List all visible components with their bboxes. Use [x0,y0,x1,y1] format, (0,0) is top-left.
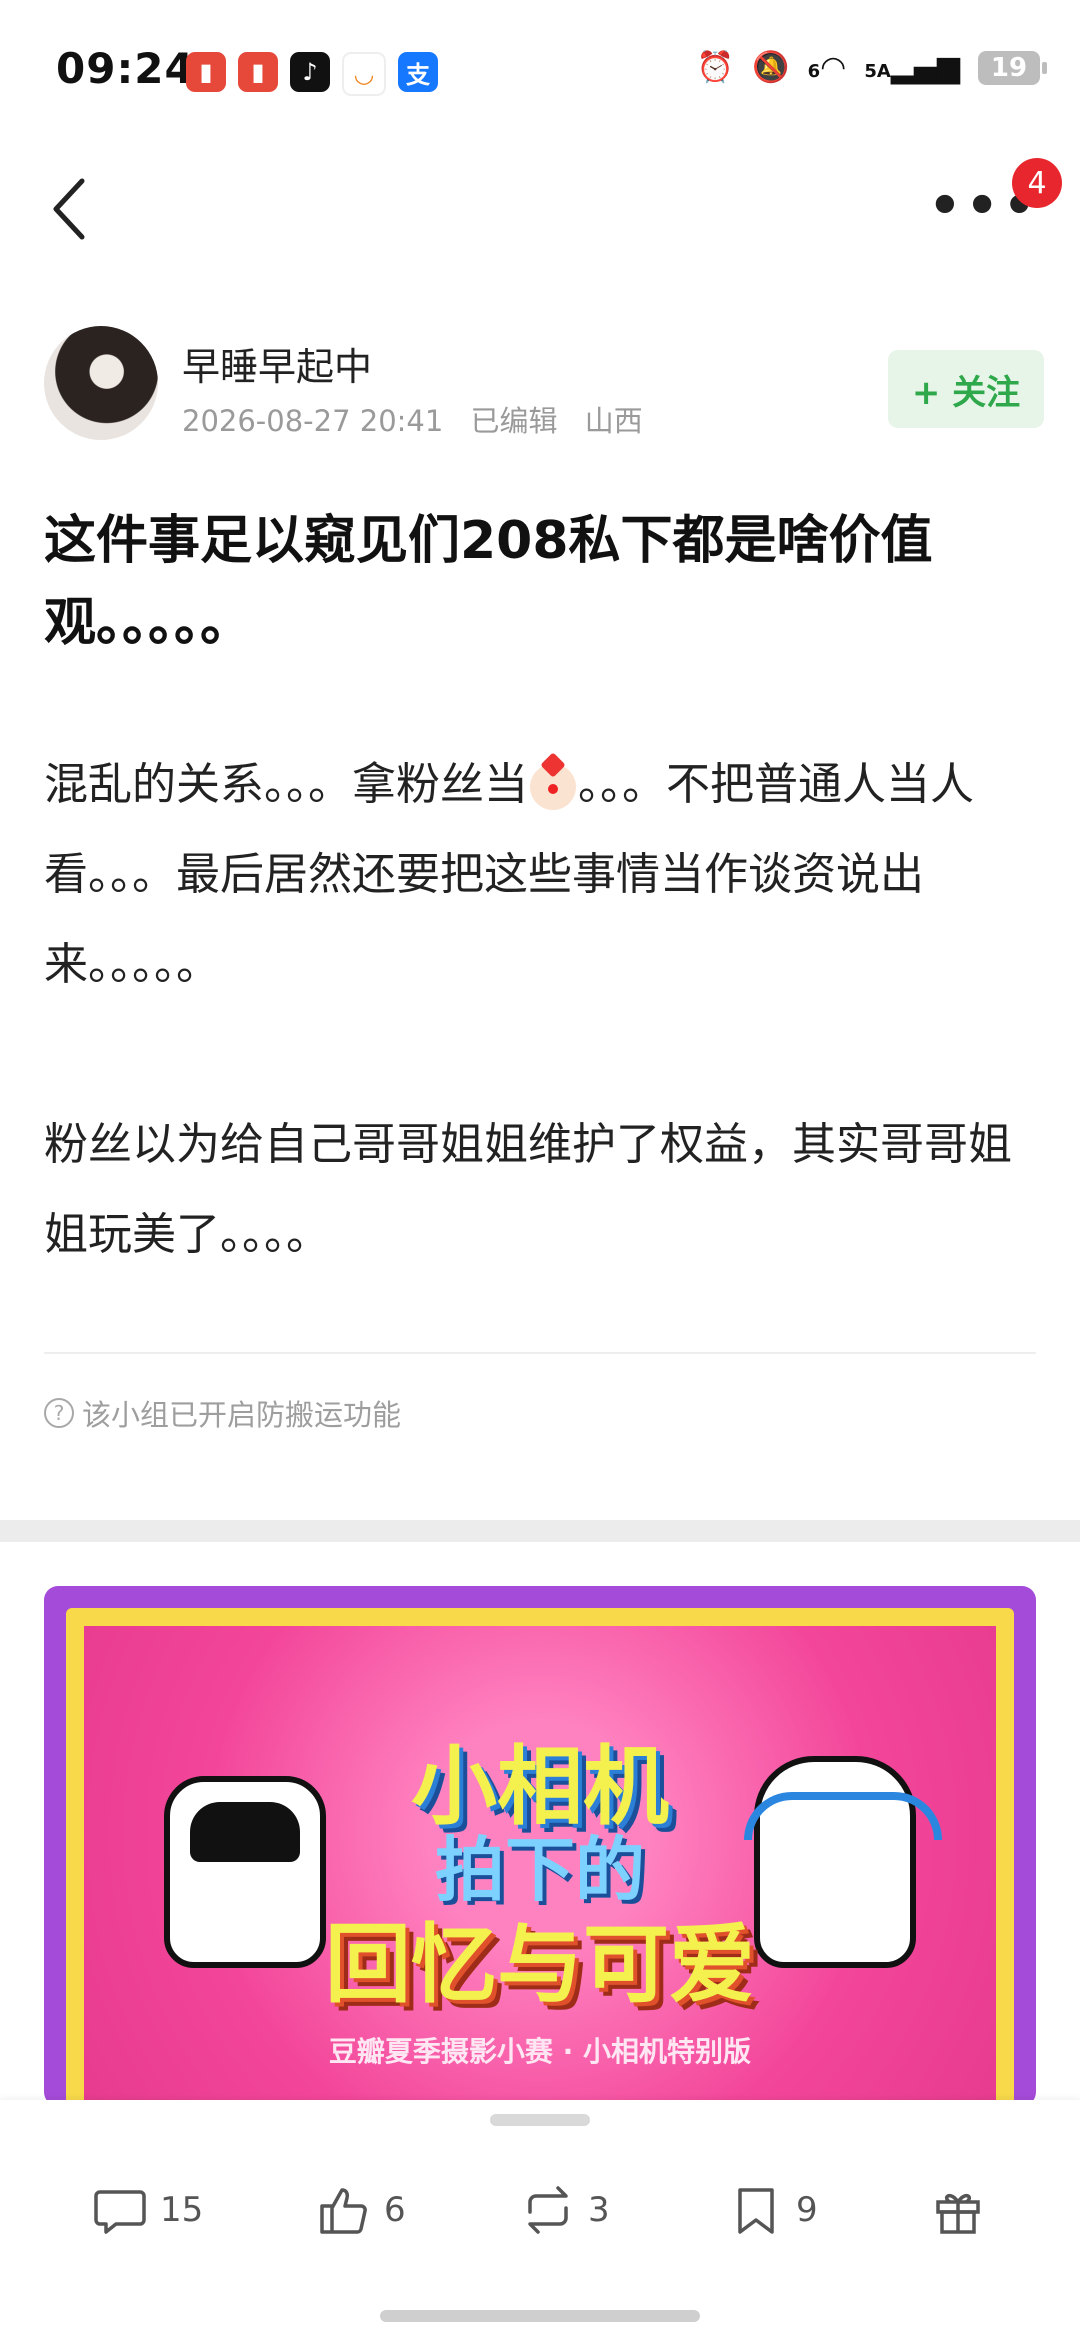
author-row: 早睡早起中 2026-08-27 20:41 已编辑 山西 + 关注 [44,326,1044,446]
thumbs-up-icon [320,2188,367,2234]
question-circle-icon: ? [44,1398,74,1428]
banner-subtitle: 豆瓣夏季摄影小赛 · 小相机特别版 [328,2035,752,2068]
status-app-icons: ▮ ▮ ♪ ◡ 支 [186,52,438,96]
comment-button[interactable]: 15 [92,2160,203,2260]
red-app-icon: ▮ [186,52,226,92]
divider [44,1352,1036,1354]
post-body: 混乱的关系。。。拿粉丝当 。。。不把普通人当人看。。。最后居然还要把这些事情当作谈… [44,740,1044,1370]
home-indicator[interactable] [380,2310,700,2322]
section-divider [0,1520,1080,1542]
repost-button[interactable]: 3 [520,2160,610,2260]
post-location: 山西 [584,404,643,438]
repost-icon [528,2186,568,2234]
follow-button[interactable]: + 关注 [888,350,1044,428]
edited-label: 已编辑 [470,404,558,438]
comment-icon [94,2190,146,2234]
bookmark-icon [738,2188,774,2234]
repost-count: 3 [588,2190,610,2230]
back-button[interactable] [40,174,100,244]
like-button[interactable]: 6 [316,2160,406,2260]
bookmark-button[interactable]: 9 [728,2160,818,2260]
anti-repost-notice[interactable]: ? 该小组已开启防搬运功能 [44,1392,401,1434]
top-nav: ••• 4 [0,150,1080,270]
system-status-icons: ⏰ 🔕 6◠ 5A▂▄▆ 19 [696,50,1047,85]
like-count: 6 [384,2190,406,2230]
alipay-icon: 支 [398,52,438,92]
didi-icon: ◡ [342,52,386,96]
battery-indicator: 19 [978,50,1047,85]
alarm-icon: ⏰ [696,50,735,85]
post-meta: 2026-08-27 20:41 已编辑 山西 [182,398,661,440]
wifi-icon: 6◠ [807,50,847,85]
bottom-action-bar: 15 6 3 9 [0,2100,1080,2340]
drag-handle[interactable] [490,2114,590,2126]
bookmark-count: 9 [796,2190,818,2230]
mute-icon: 🔕 [752,50,790,85]
notification-badge: 4 [1012,158,1062,208]
comment-count: 15 [160,2190,204,2230]
post-title: 这件事足以窥见们208私下都是啥价值观。。。。。 [44,511,933,653]
tiktok-icon: ♪ [290,52,330,92]
cell-signal-icon: 5A▂▄▆ [864,50,960,85]
status-time: 09:24 [56,44,195,93]
status-bar: 09:24 ▮ ▮ ♪ ◡ 支 ⏰ 🔕 6◠ 5A▂▄▆ 19 [0,0,1080,140]
clown-emoji-icon [530,764,576,810]
chevron-left-icon [53,178,85,240]
gift-button[interactable] [930,2160,986,2260]
author-name[interactable]: 早睡早起中 [182,336,372,391]
post-paragraph: 混乱的关系。。。拿粉丝当 。。。不把普通人当人看。。。最后居然还要把这些事情当作谈… [44,759,974,990]
post-paragraph: 粉丝以为给自己哥哥姐姐维护了权益，其实哥哥姐姐玩美了。。。。 [44,1119,1012,1260]
notice-text: 该小组已开启防搬运功能 [82,1398,402,1432]
promo-banner[interactable]: 小相机 拍下的 回忆与可爱 豆瓣夏季摄影小赛 · 小相机特别版 [44,1586,1036,2106]
banner-title-line3: 回忆与可爱 [325,1915,755,2015]
red-app-icon: ▮ [238,52,278,92]
post-date: 2026-08-27 20:41 [182,404,444,438]
avatar[interactable] [44,326,158,440]
gift-icon [936,2193,980,2234]
